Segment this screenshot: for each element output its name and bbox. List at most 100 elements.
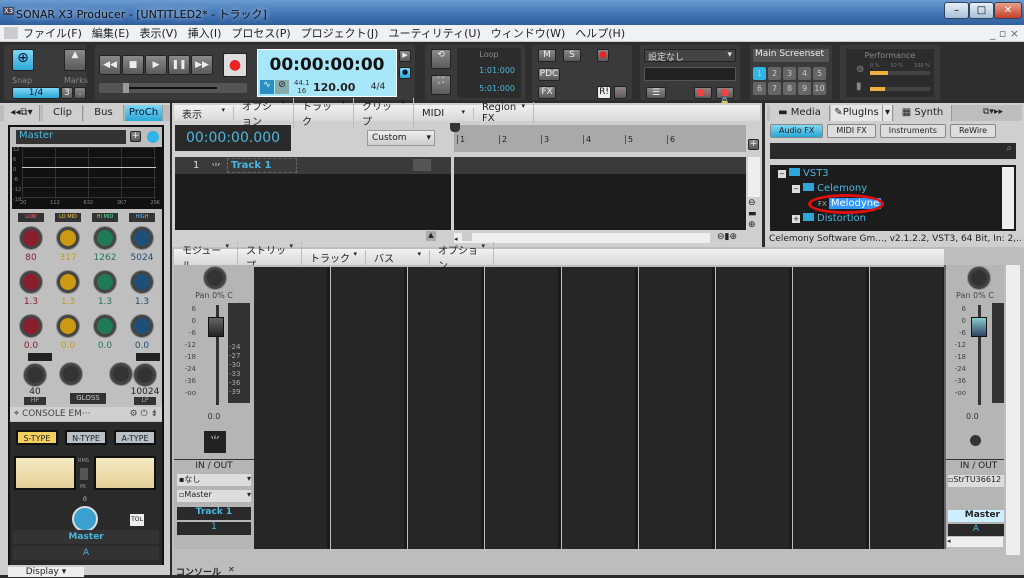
- band-freq-knob[interactable]: [20, 227, 42, 249]
- tree-item[interactable]: − VST3: [778, 168, 998, 183]
- tolerance-button[interactable]: TOL: [130, 514, 144, 526]
- band-freq-knob[interactable]: [131, 227, 153, 249]
- tab-plugins[interactable]: ✎PlugIns: [831, 105, 883, 121]
- add-module-icon[interactable]: +: [130, 131, 141, 142]
- display-dropdown[interactable]: Display ▾: [8, 567, 84, 577]
- pdc-button[interactable]: PDC: [538, 68, 560, 81]
- pause-button[interactable]: ❚❚: [168, 55, 190, 75]
- timeline-ruler[interactable]: 1 2 3 4 5 6: [450, 123, 746, 152]
- band-q-knob[interactable]: [57, 271, 79, 293]
- lock-icon[interactable]: ■🔒: [716, 87, 734, 108]
- tree-item[interactable]: + Distortion: [778, 213, 998, 228]
- minimize-button[interactable]: –: [944, 2, 969, 19]
- horizontal-zoom-icons[interactable]: ⊖▮⊕: [717, 232, 737, 242]
- close-button[interactable]: ✕: [994, 2, 1022, 19]
- type-button-n-type[interactable]: N-TYPE: [65, 430, 107, 445]
- plugins-dropdown-icon[interactable]: ▾: [883, 105, 893, 121]
- menu-0[interactable]: 表示 ▾: [174, 105, 234, 121]
- screenset-button-5[interactable]: 5: [813, 67, 826, 80]
- loop-end[interactable]: 5:01:000: [479, 84, 515, 93]
- clips-pane[interactable]: [454, 157, 746, 230]
- master-volume-fader[interactable]: [971, 317, 987, 337]
- strip-track-name[interactable]: Track 1: [177, 507, 251, 520]
- automation-write-icon[interactable]: ⁄: [614, 86, 627, 99]
- menu-window[interactable]: ウィンドウ(W): [486, 25, 570, 41]
- track-row[interactable]: 1 ⺌ Track 1: [175, 157, 451, 174]
- band-gain-knob[interactable]: [94, 315, 116, 337]
- vertical-zoom-icons[interactable]: ⊖ ▬ ⊕: [748, 198, 760, 231]
- loop-fit-icon[interactable]: ⛶: [431, 75, 451, 95]
- menu-view[interactable]: 表示(V): [134, 25, 182, 41]
- snap-dotted-button[interactable]: .: [74, 87, 86, 99]
- tree-item[interactable]: FX Melodyne: [778, 194, 998, 214]
- gain-knob-left[interactable]: [60, 363, 82, 385]
- console-vertical-scrollbar[interactable]: [1006, 265, 1020, 555]
- tempo-value[interactable]: 120.00: [313, 81, 355, 94]
- pan-knob[interactable]: [204, 267, 226, 289]
- expand-toggle-icon[interactable]: +: [792, 215, 800, 223]
- lp-button[interactable]: LP: [134, 397, 156, 405]
- browser-menu-icon[interactable]: ⧉▾▸▸: [983, 107, 1003, 117]
- power-icon[interactable]: [147, 131, 159, 143]
- audio-engine-icon[interactable]: ∿: [260, 80, 274, 94]
- meter-value[interactable]: 4/4: [363, 82, 393, 92]
- screenset-button-7[interactable]: 7: [768, 82, 781, 95]
- play-button[interactable]: ▶: [145, 55, 167, 75]
- tree-item[interactable]: − Celemony: [778, 183, 998, 198]
- loop-toggle-icon[interactable]: ⟲: [431, 49, 451, 69]
- play-from-icon[interactable]: ▶: [399, 50, 411, 62]
- hp-knob[interactable]: [24, 364, 46, 386]
- preset-dropdown[interactable]: 設定なし ▾: [644, 49, 736, 63]
- input-dropdown[interactable]: ▪なし ▾: [177, 474, 251, 486]
- add-lane-icon[interactable]: +: [748, 139, 759, 150]
- volume-fader[interactable]: [208, 317, 224, 337]
- hp-button[interactable]: HP: [24, 397, 46, 405]
- menu-project[interactable]: プロジェクト(J): [296, 25, 384, 41]
- master-horizontal-scrollbar[interactable]: ◂: [947, 537, 1003, 547]
- mute-all-button[interactable]: M: [538, 49, 556, 62]
- screenset-button-1[interactable]: 1: [753, 67, 766, 80]
- record-arm-icon[interactable]: ●: [597, 49, 609, 62]
- read-automation-button[interactable]: R!: [597, 86, 611, 99]
- snap-grid-icon[interactable]: ⊕: [12, 49, 34, 71]
- screenset-button-2[interactable]: 2: [768, 67, 781, 80]
- menu-2[interactable]: トラック ▾: [294, 98, 354, 128]
- snap-value-button[interactable]: 1/4: [12, 87, 60, 99]
- screenset-button-9[interactable]: 9: [798, 82, 811, 95]
- child-window-controls[interactable]: _ ▫ ×: [985, 27, 1024, 40]
- band-q-knob[interactable]: [20, 271, 42, 293]
- tab-synth[interactable]: ▦ Synth: [894, 105, 952, 121]
- screenset-button-10[interactable]: 10: [813, 82, 826, 95]
- band-label-1[interactable]: LO MID: [55, 213, 81, 222]
- tab-media[interactable]: ▬ Media: [770, 105, 830, 121]
- strip-name[interactable]: Master: [13, 530, 159, 544]
- filter-rewire[interactable]: ReWire: [949, 124, 997, 138]
- band-label-3[interactable]: HIGH: [129, 213, 155, 222]
- type-button-a-type[interactable]: A-TYPE: [114, 430, 156, 445]
- record-mode-icon[interactable]: ●: [399, 67, 411, 79]
- band-gain-knob[interactable]: [57, 315, 79, 337]
- menu-edit[interactable]: 編集(E): [87, 25, 135, 41]
- screenset-button-6[interactable]: 6: [753, 82, 766, 95]
- close-tab-icon[interactable]: ✕: [228, 565, 235, 574]
- rms-pk-switch[interactable]: [80, 468, 88, 480]
- band-gain-knob[interactable]: [131, 315, 153, 337]
- lp-knob[interactable]: [134, 364, 156, 386]
- loop-start[interactable]: 1:01:000: [479, 66, 515, 75]
- time-readout[interactable]: 00:00:00:00: [258, 55, 396, 75]
- plugin-search-input[interactable]: ⌕: [770, 143, 1016, 159]
- list-icon[interactable]: ☰: [646, 87, 666, 99]
- expand-toggle-icon[interactable]: −: [792, 185, 800, 193]
- filter-instruments[interactable]: Instruments: [879, 124, 946, 138]
- screenset-button-8[interactable]: 8: [783, 82, 796, 95]
- tab-bus[interactable]: Bus: [84, 105, 124, 121]
- maximize-button[interactable]: □: [969, 2, 994, 19]
- output-dropdown[interactable]: ▫Master ▾: [177, 490, 251, 502]
- lock-l-icon[interactable]: ■L: [694, 87, 712, 99]
- master-pan-knob[interactable]: [968, 267, 990, 289]
- screenset-button-3[interactable]: 3: [783, 67, 796, 80]
- master-output-dropdown[interactable]: ▫StrTU36612: [948, 475, 1004, 487]
- inspector-menu-icon[interactable]: ◂◂⧉▾: [4, 105, 40, 121]
- menu-4[interactable]: MIDI ▾: [414, 107, 474, 119]
- show-hide-icon[interactable]: ▲: [426, 231, 436, 241]
